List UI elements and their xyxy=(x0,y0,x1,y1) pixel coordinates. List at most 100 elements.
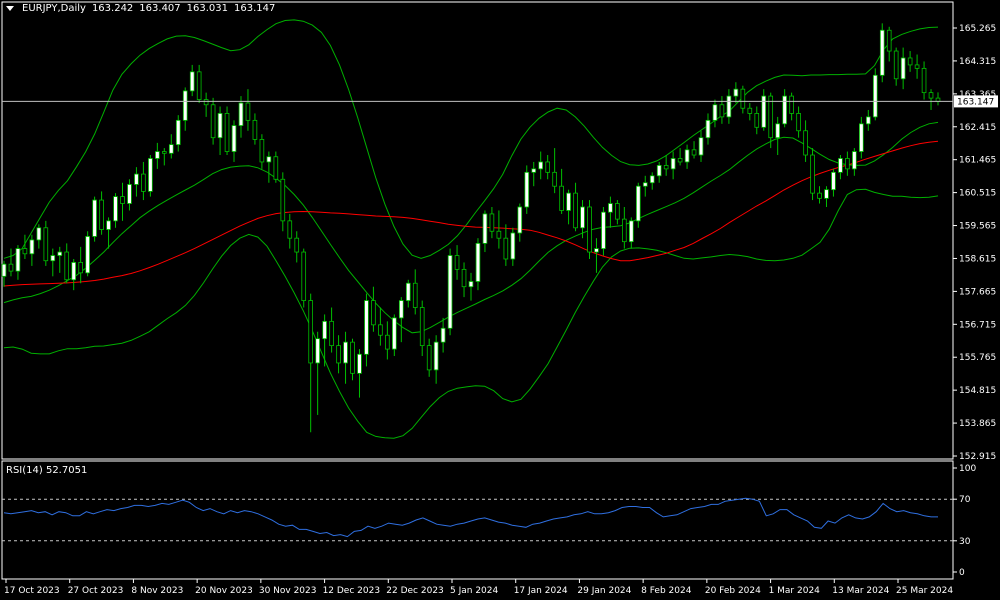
time-tick-label: 20 Nov 2023 xyxy=(195,586,253,596)
high-value: 163.407 xyxy=(139,3,181,14)
candle-body xyxy=(622,218,627,243)
time-tick-label: 8 Nov 2023 xyxy=(131,586,183,596)
candle-body xyxy=(245,102,251,121)
candle-body xyxy=(15,248,21,272)
close-value: 163.147 xyxy=(234,3,276,14)
candle-body xyxy=(364,300,369,355)
candle-body xyxy=(203,99,209,106)
candle-body xyxy=(36,227,42,241)
candle-body xyxy=(810,154,815,194)
candle-body xyxy=(329,320,334,347)
time-tick-label: 22 Dec 2023 xyxy=(386,586,444,596)
candle-body xyxy=(64,251,70,281)
chart-canvas[interactable]: 165.265164.315163.365162.415161.465160.5… xyxy=(0,0,1000,600)
price-tick-label: 154.815 xyxy=(959,386,996,396)
candle-body xyxy=(392,317,397,350)
candle-body xyxy=(656,165,662,177)
chart-header: EURJPY,Daily 163.242 163.407 163.031 163… xyxy=(6,3,275,14)
candle-body xyxy=(670,158,676,170)
candle-body xyxy=(552,171,557,187)
candle-body xyxy=(601,211,606,249)
candle-body xyxy=(831,171,836,191)
price-tick-label: 159.565 xyxy=(959,222,996,232)
candle-body xyxy=(120,196,125,204)
time-tick-label: 17 Oct 2023 xyxy=(4,586,60,596)
candle-body xyxy=(712,104,718,121)
candle-body xyxy=(580,206,585,229)
candle-body xyxy=(371,300,376,326)
candle-body xyxy=(308,300,314,364)
candle-body xyxy=(517,206,523,234)
candle-body xyxy=(733,88,739,97)
candle-body xyxy=(559,185,564,211)
candle xyxy=(43,220,49,266)
candle xyxy=(148,155,153,197)
candle-body xyxy=(238,102,244,126)
candle-body xyxy=(468,281,474,288)
candle-body xyxy=(461,268,467,288)
candle-body xyxy=(684,149,690,163)
time-tick-label: 20 Feb 2024 xyxy=(705,586,761,596)
candle-body xyxy=(489,213,495,232)
candle-body xyxy=(252,119,258,140)
candle-body xyxy=(900,57,906,80)
rsi-indicator-label: RSI(14) 52.7051 xyxy=(6,465,88,476)
candle-body xyxy=(503,237,509,260)
candle-body xyxy=(838,158,843,173)
candle-body xyxy=(175,119,181,146)
candle xyxy=(879,23,885,83)
dropdown-triangle-icon[interactable] xyxy=(6,6,14,11)
candle-body xyxy=(454,255,460,270)
candle-body xyxy=(775,123,781,139)
time-tick-label: 13 Mar 2024 xyxy=(832,586,889,596)
candle-body xyxy=(8,263,14,272)
candle-body xyxy=(287,220,293,239)
price-tick-label: 165.265 xyxy=(959,24,996,34)
candle-body xyxy=(266,156,272,163)
time-tick-label: 27 Oct 2023 xyxy=(68,586,124,596)
price-tick-label: 153.865 xyxy=(959,419,996,429)
price-tick-label: 160.515 xyxy=(959,189,996,199)
rsi-tick-label: 100 xyxy=(959,464,976,474)
candle-body xyxy=(796,113,801,132)
candle-body xyxy=(886,29,892,52)
candle-body xyxy=(182,90,188,121)
low-value: 163.031 xyxy=(186,3,229,14)
candle-body xyxy=(22,248,28,255)
candle xyxy=(92,196,97,242)
candle xyxy=(587,200,592,259)
candle-body xyxy=(817,192,822,199)
candle-body xyxy=(845,158,850,170)
candle-body xyxy=(538,161,544,170)
candle xyxy=(872,68,878,121)
current-price-label: 163.147 xyxy=(957,97,994,107)
candle xyxy=(601,206,606,256)
candle-body xyxy=(879,29,885,76)
candle-body xyxy=(322,320,327,340)
candle-body xyxy=(134,173,139,185)
candle-body xyxy=(663,165,669,170)
candle-body xyxy=(398,300,404,319)
price-tick-label: 152.915 xyxy=(959,452,996,462)
candle-body xyxy=(161,151,167,154)
price-tick-label: 155.765 xyxy=(959,353,996,363)
candle-body xyxy=(789,95,794,114)
candle-body xyxy=(914,64,920,69)
candle-body xyxy=(496,230,502,239)
candle-body xyxy=(127,184,132,204)
candle-body xyxy=(301,251,307,301)
candle-body xyxy=(224,113,230,152)
candle-body xyxy=(719,104,725,118)
candle-body xyxy=(113,196,118,222)
candle-body xyxy=(148,158,153,192)
candle-body xyxy=(336,345,341,364)
price-tick-label: 161.465 xyxy=(959,156,996,166)
time-tick-label: 25 Mar 2024 xyxy=(896,586,953,596)
candle-body xyxy=(50,255,56,262)
candle xyxy=(635,182,641,228)
candle-body xyxy=(385,334,390,350)
candle-body xyxy=(92,199,97,237)
candle-body xyxy=(510,232,516,260)
time-tick-label: 29 Jan 2024 xyxy=(577,586,631,596)
candle-body xyxy=(587,206,592,253)
